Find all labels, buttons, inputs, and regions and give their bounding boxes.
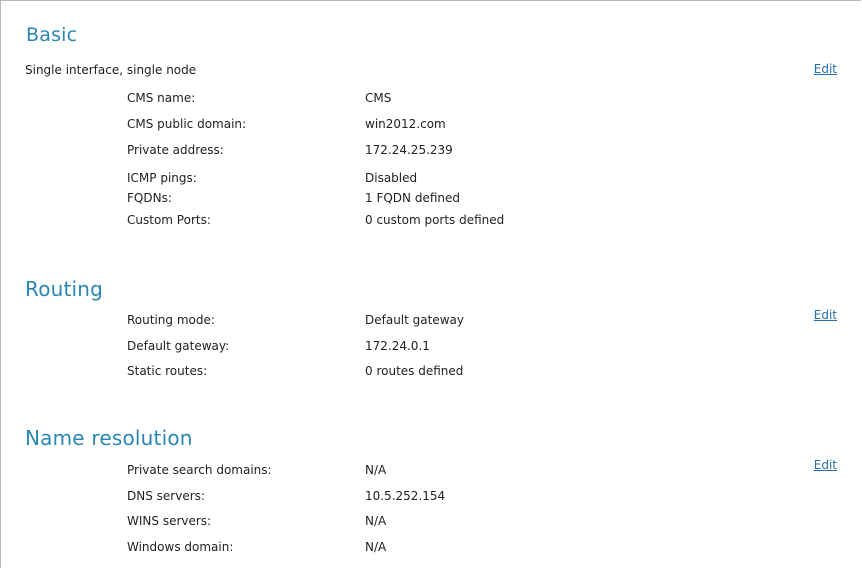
section-title-name-resolution: Name resolution [25,426,193,450]
field-value: N/A [365,463,387,477]
row-default-gateway: Default gateway: 172.24.0.1 [1,339,861,355]
settings-panel: Basic Single interface, single node Edit… [0,0,861,568]
field-value: CMS [365,91,392,105]
row-static-routes: Static routes: 0 routes defined [1,364,861,380]
field-label: Private address: [127,143,224,157]
row-windows-domain: Windows domain: N/A [1,540,861,556]
field-value: Default gateway [365,313,464,327]
section-title-basic: Basic [26,24,78,46]
field-label: Custom Ports: [127,213,211,227]
row-routing-mode: Routing mode: Default gateway [1,313,861,329]
field-label: DNS servers: [127,489,205,503]
field-value: 10.5.252.154 [365,489,446,503]
field-label: CMS name: [127,91,196,105]
field-label: Private search domains: [127,463,272,477]
field-value: 172.24.0.1 [365,339,430,353]
field-label: WINS servers: [127,514,212,528]
section-title-routing: Routing [25,277,104,301]
row-custom-ports: Custom Ports: 0 custom ports defined [1,213,861,229]
field-value: 0 routes defined [365,364,464,378]
field-label: ICMP pings: [127,171,197,185]
field-value: 1 FQDN defined [365,191,460,205]
row-fqdns: FQDNs: 1 FQDN defined [1,191,861,207]
edit-basic-link[interactable]: Edit [814,62,837,76]
row-icmp-pings: ICMP pings: Disabled [1,171,861,187]
row-private-search-domains: Private search domains: N/A [1,463,861,479]
row-dns-servers: DNS servers: 10.5.252.154 [1,489,861,505]
field-label: CMS public domain: [127,117,247,131]
row-private-address: Private address: 172.24.25.239 [1,143,861,159]
field-label: Static routes: [127,364,208,378]
field-value: 172.24.25.239 [365,143,453,157]
field-value: Disabled [365,171,418,185]
row-wins-servers: WINS servers: N/A [1,514,861,530]
field-label: FQDNs: [127,191,172,205]
basic-subtitle: Single interface, single node [25,63,197,77]
field-value: 0 custom ports defined [365,213,505,227]
row-cms-name: CMS name: CMS [1,91,861,107]
row-cms-public-domain: CMS public domain: win2012.com [1,117,861,133]
field-value: win2012.com [365,117,446,131]
field-label: Windows domain: [127,540,234,554]
field-value: N/A [365,514,387,528]
field-label: Default gateway: [127,339,230,353]
field-label: Routing mode: [127,313,215,327]
field-value: N/A [365,540,387,554]
